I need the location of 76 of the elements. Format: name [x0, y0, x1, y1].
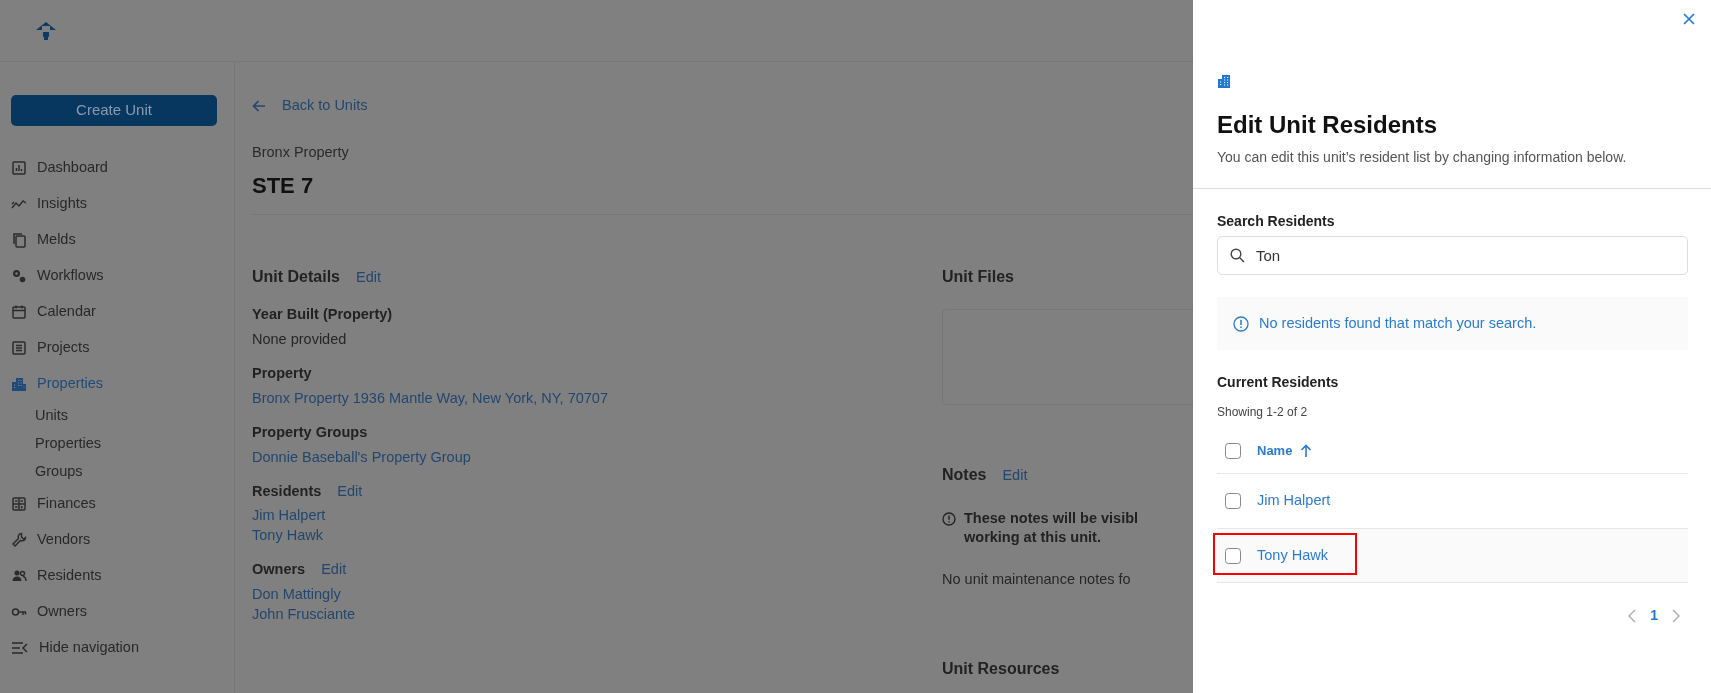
chevron-left-icon — [1628, 608, 1637, 623]
nav-item[interactable]: Projects — [11, 330, 234, 366]
section-heading: Notes — [942, 465, 987, 486]
info-icon — [942, 512, 956, 527]
property-name: Bronx Property — [252, 142, 350, 162]
previous-page-button[interactable] — [1628, 608, 1637, 623]
nav-item[interactable]: Vendors — [11, 522, 234, 558]
people-icon — [11, 568, 27, 584]
drawer-title: Edit Unit Residents — [1217, 110, 1439, 140]
checkbox[interactable] — [1225, 442, 1241, 459]
next-page-button[interactable] — [1672, 608, 1680, 623]
list-icon — [11, 340, 27, 356]
collapse-icon — [11, 640, 29, 656]
search-field[interactable]: Ton — [1217, 236, 1688, 275]
edit-link[interactable]: Edit — [1002, 464, 1028, 487]
nav-item[interactable]: Calendar — [11, 294, 234, 330]
edit-link[interactable]: Edit — [321, 559, 347, 582]
nav-item[interactable]: Properties — [11, 366, 234, 402]
hide-navigation-button[interactable]: Hide navigation — [11, 630, 234, 666]
section-heading: Unit Resources — [942, 659, 1061, 680]
notes-notice: These notes will be visibl working at this unit. — [964, 509, 1139, 548]
info-icon — [1233, 315, 1249, 332]
edit-link[interactable]: Edit — [356, 266, 381, 289]
section-heading: Current Residents — [1217, 373, 1340, 392]
nav-item[interactable]: Owners — [11, 594, 234, 630]
nav-item[interactable]: Finances — [11, 486, 234, 522]
field-label: Year Built (Property) — [252, 305, 393, 325]
search-label: Search Residents — [1217, 212, 1335, 231]
field-value: None provided — [252, 330, 348, 350]
close-icon — [1683, 13, 1695, 26]
notes-empty-text: No unit maintenance notes fo — [942, 570, 1132, 590]
drawer-subtitle: You can edit this unit’s resident list by changing information below. — [1217, 148, 1628, 167]
calendar-icon — [11, 304, 27, 320]
field-label: Residents — [252, 481, 322, 501]
resident-name-link[interactable]: Jim Halpert — [1257, 490, 1331, 512]
nav-item[interactable]: Dashboard — [11, 150, 234, 186]
building-icon — [1217, 73, 1233, 89]
search-icon — [1230, 248, 1245, 263]
checkbox[interactable] — [1225, 493, 1241, 509]
nav-subitem[interactable]: Units — [11, 402, 234, 430]
field-link[interactable]: Donnie Baseball's Property Group — [252, 446, 942, 467]
calculator-icon — [11, 496, 27, 512]
nav-subitem[interactable]: Properties — [11, 430, 234, 458]
field-link[interactable]: Jim Halpert — [252, 505, 942, 526]
create-unit-button[interactable]: Create Unit — [11, 95, 217, 126]
logo-icon — [35, 20, 57, 41]
resident-name-link[interactable]: Tony Hawk — [1257, 544, 1328, 567]
empty-search-message: No residents found that match your search. — [1217, 297, 1688, 350]
checkbox[interactable] — [1225, 547, 1241, 564]
name-column-header[interactable]: Name — [1257, 440, 1313, 461]
nav-item[interactable]: Residents — [11, 558, 234, 594]
field-label: Property — [252, 364, 312, 384]
back-link[interactable]: Back to Units — [252, 95, 368, 117]
field-link[interactable]: Don Mattingly — [252, 584, 942, 605]
gears-icon — [11, 268, 27, 284]
field-label: Owners — [252, 560, 306, 580]
field-link[interactable]: Bronx Property 1936 Mantle Way, New York, NY, 70707 — [252, 387, 942, 408]
field-link[interactable]: Tony Hawk — [252, 525, 942, 546]
nav-item[interactable]: Workflows — [11, 258, 234, 294]
chart-icon — [11, 160, 27, 176]
arrow-left-icon — [252, 98, 266, 113]
section-heading: Unit Details — [252, 267, 340, 288]
field-label: Property Groups — [252, 422, 368, 442]
nav-item[interactable]: Insights — [11, 186, 234, 222]
unit-title: STE 7 — [252, 172, 315, 201]
nav-item[interactable]: Melds — [11, 222, 234, 258]
edit-link[interactable]: Edit — [337, 480, 363, 503]
copy-icon — [11, 232, 27, 248]
chevron-right-icon — [1672, 608, 1680, 623]
field-link[interactable]: John Frusciante — [252, 604, 942, 625]
wrench-icon — [11, 532, 27, 548]
building-icon — [11, 376, 27, 392]
nav-subitem[interactable]: Groups — [11, 458, 234, 486]
page-button[interactable]: 1 — [1650, 605, 1658, 626]
results-count: Showing 1-2 of 2 — [1217, 404, 1309, 421]
section-heading: Unit Files — [942, 267, 1015, 288]
